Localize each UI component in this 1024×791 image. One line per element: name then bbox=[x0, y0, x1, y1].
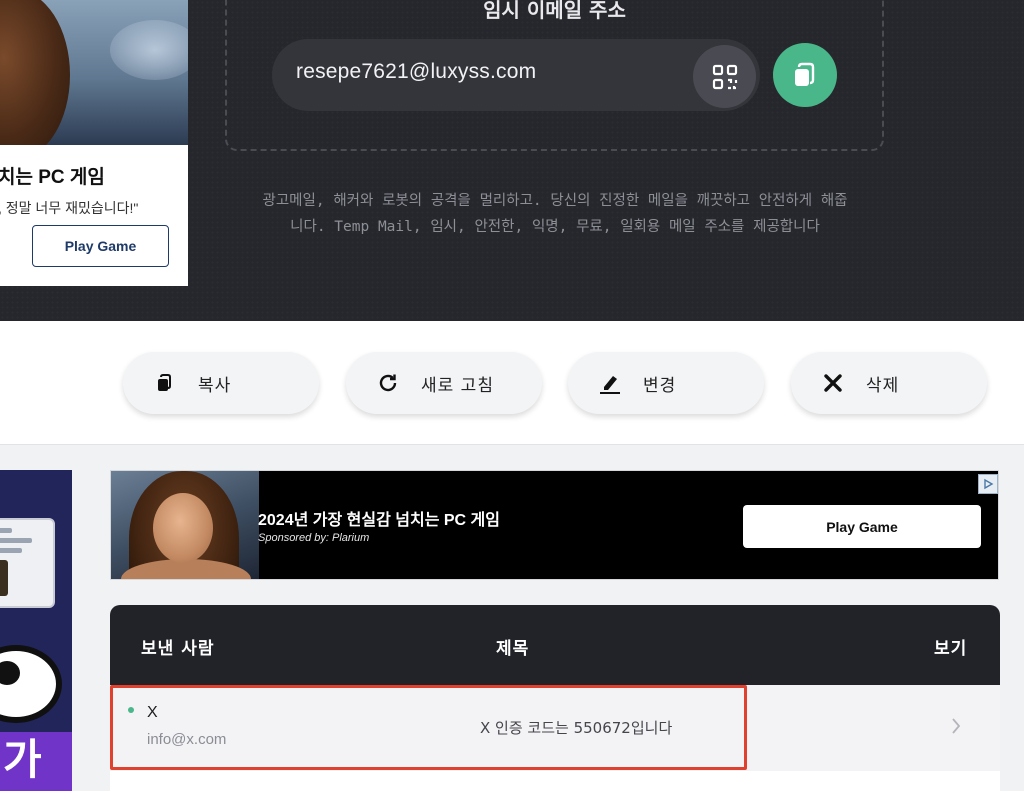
ad-card-play-button[interactable]: Play Game bbox=[32, 225, 169, 267]
refresh-button[interactable]: 새로 고침 bbox=[346, 352, 542, 414]
delete-button[interactable]: 삭제 bbox=[791, 352, 987, 414]
column-header-subject: 제목 bbox=[496, 639, 530, 659]
hero-description: 광고메일, 해커와 로봇의 공격을 멀리하고. 당신의 진정한 메일을 깨끗하고… bbox=[220, 188, 890, 240]
change-button[interactable]: 변경 bbox=[568, 352, 764, 414]
banner-play-button[interactable]: Play Game bbox=[743, 505, 981, 548]
banner-ad-title: 2024년 가장 현실감 넘치는 PC 게임 bbox=[258, 512, 500, 529]
banner-ad-image bbox=[111, 471, 259, 579]
refresh-button-label: 새로 고침 bbox=[421, 376, 494, 396]
ad-panda-graphic bbox=[0, 645, 62, 723]
unread-indicator bbox=[128, 707, 134, 713]
side-ad-card[interactable]: 치는 PC 게임 , 정말 너무 재밌습니다!" Play Game bbox=[0, 0, 188, 286]
column-header-view: 보기 bbox=[934, 639, 968, 659]
refresh-icon bbox=[376, 371, 400, 395]
copy-icon bbox=[795, 62, 815, 86]
ad-card-title: 치는 PC 게임 bbox=[0, 167, 105, 188]
copy-button-label: 복사 bbox=[198, 376, 232, 396]
action-bar: 복사 새로 고침 변경 삭제 bbox=[0, 321, 1024, 445]
banner-ad-sponsor: Sponsored by: Plarium bbox=[258, 532, 370, 544]
ad-card-image bbox=[0, 0, 188, 145]
copy-button[interactable]: 복사 bbox=[123, 352, 319, 414]
hero-description-line-1: 광고메일, 해커와 로봇의 공격을 멀리하고. 당신의 진정한 메일을 깨끗하고… bbox=[262, 193, 848, 209]
inbox-header: 보낸 사람 제목 보기 bbox=[110, 605, 1000, 685]
copy-icon bbox=[153, 371, 177, 395]
close-icon bbox=[821, 371, 845, 395]
chevron-right-icon[interactable] bbox=[948, 715, 964, 737]
left-vertical-ad[interactable]: 가 bbox=[0, 470, 72, 791]
adchoices-icon[interactable] bbox=[978, 474, 998, 494]
sender-name: X bbox=[147, 704, 158, 721]
qr-code-icon bbox=[712, 64, 737, 89]
email-address-text[interactable]: resepe7621@luxyss.com bbox=[296, 60, 536, 84]
banner-ad[interactable]: 2024년 가장 현실감 넘치는 PC 게임 Sponsored by: Pla… bbox=[110, 470, 999, 580]
message-subject: X 인증 코드는 550672입니다 bbox=[480, 719, 673, 737]
inbox-row-spacer bbox=[110, 771, 1000, 791]
change-button-label: 변경 bbox=[643, 376, 677, 396]
inbox-table: 보낸 사람 제목 보기 X info@x.com X 인증 코드는 550672… bbox=[110, 605, 1000, 791]
email-box-label: 임시 이메일 주소 bbox=[483, 0, 626, 22]
qr-code-button[interactable] bbox=[693, 45, 756, 108]
hero-description-line-2: 니다. Temp Mail, 임시, 안전한, 익명, 무료, 일회용 메일 주… bbox=[290, 219, 820, 235]
left-ad-text: 가 bbox=[3, 735, 42, 784]
column-header-sender: 보낸 사람 bbox=[141, 639, 215, 659]
edit-icon bbox=[598, 371, 622, 395]
ad-card-description: , 정말 너무 재밌습니다!" bbox=[0, 200, 139, 216]
table-row[interactable]: X info@x.com X 인증 코드는 550672입니다 bbox=[110, 685, 1000, 771]
sender-email: info@x.com bbox=[147, 731, 227, 748]
ad-phone-graphic bbox=[0, 518, 55, 608]
delete-button-label: 삭제 bbox=[866, 376, 900, 396]
copy-email-button[interactable] bbox=[773, 43, 837, 107]
hero-section: 치는 PC 게임 , 정말 너무 재밌습니다!" Play Game 임시 이메… bbox=[0, 0, 1024, 321]
